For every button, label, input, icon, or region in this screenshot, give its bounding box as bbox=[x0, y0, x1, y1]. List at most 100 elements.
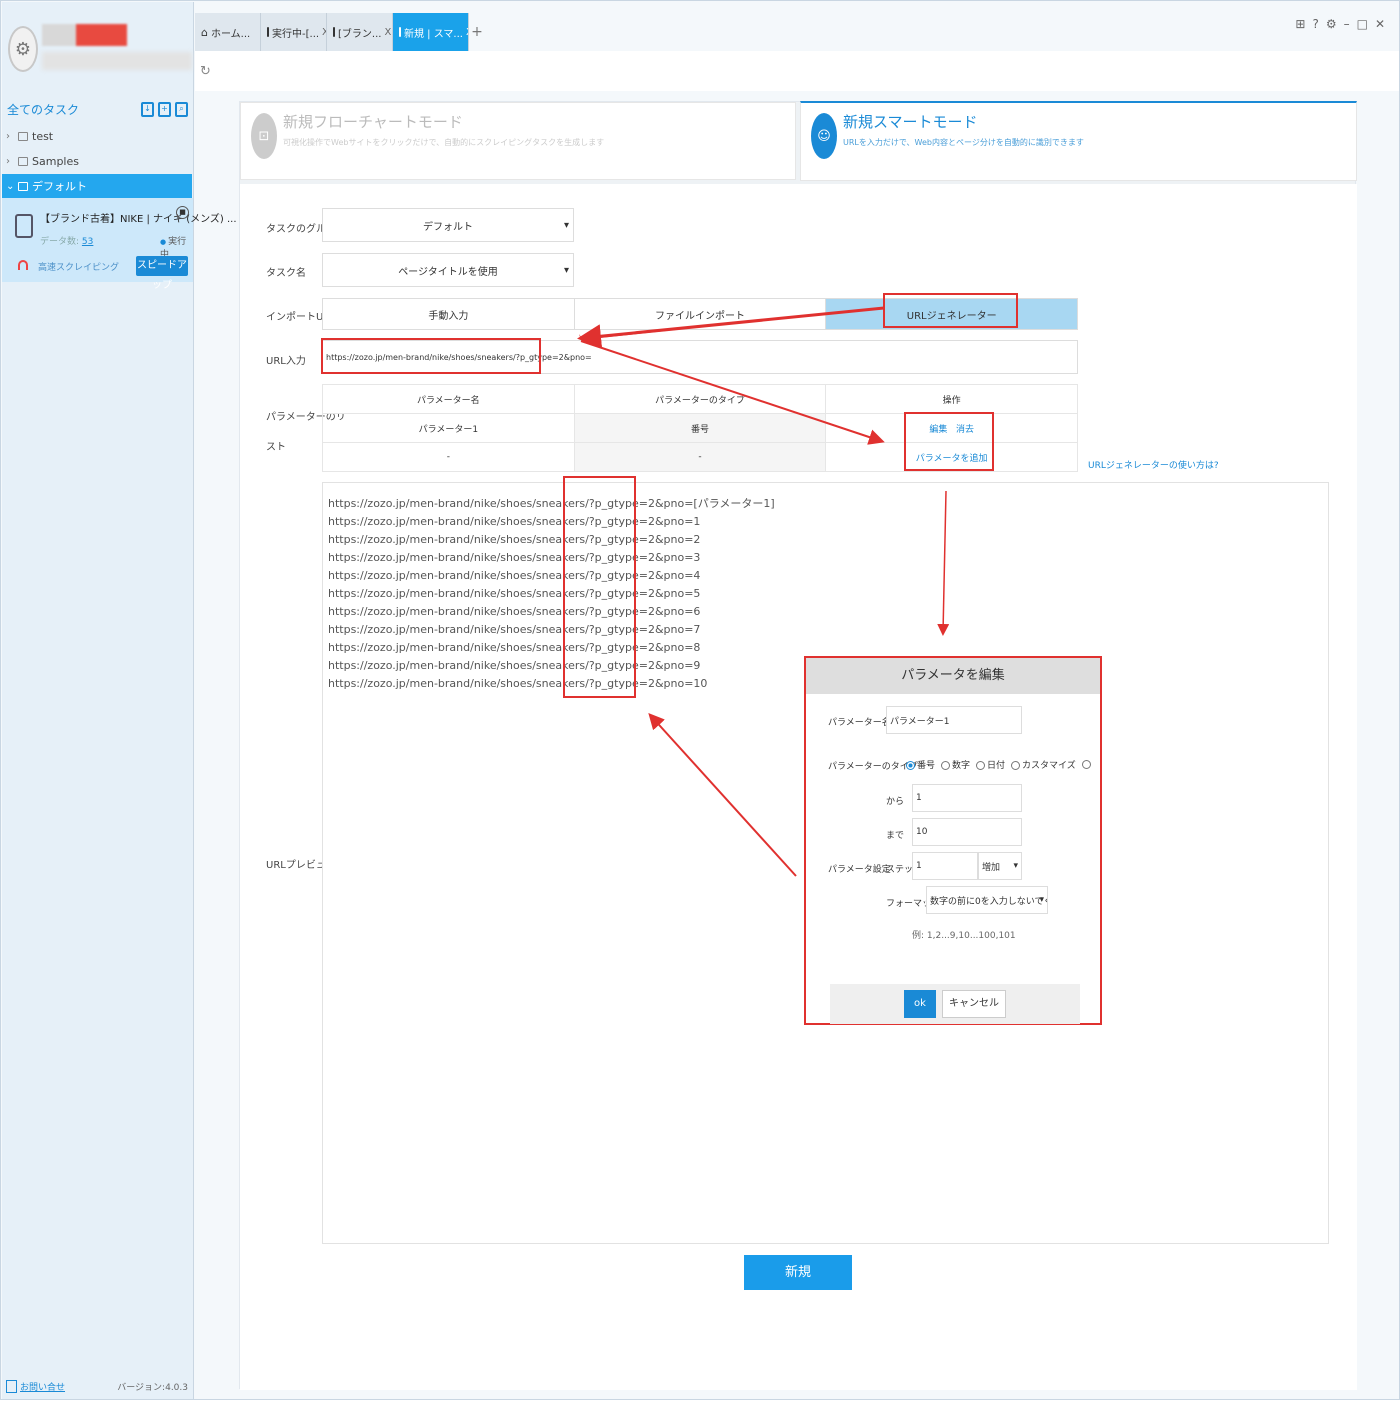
all-tasks-label[interactable]: 全てのタスク bbox=[7, 101, 79, 118]
from-label: から bbox=[886, 797, 905, 807]
table-row: パラメーター1 番号 編集 消去 bbox=[322, 413, 1078, 443]
mail-icon bbox=[6, 1379, 17, 1393]
from-input[interactable]: 1 bbox=[912, 784, 1022, 812]
radio-unchecked-icon bbox=[1011, 761, 1021, 770]
import-mode-segmented: 手動入力 ファイルインポート URLジェネレーター bbox=[322, 298, 1078, 330]
cancel-button[interactable]: キャンセル bbox=[942, 990, 1006, 1018]
file-import-option[interactable]: ファイルインポート bbox=[574, 299, 827, 329]
version-label: バージョン:4.0.3 bbox=[117, 1382, 188, 1393]
task-name-select[interactable]: ページタイトルを使用 bbox=[322, 253, 574, 287]
mode-title: 新規スマートモード bbox=[843, 113, 978, 131]
tab-close-button[interactable]: X bbox=[384, 27, 391, 38]
tree-item-test[interactable]: › test bbox=[2, 124, 192, 148]
column-header: 操作 bbox=[825, 384, 1078, 414]
document-icon bbox=[333, 27, 335, 37]
task-form: タスクのグループ デフォルト タスク名 ページタイトルを使用 インポートURL … bbox=[240, 184, 1357, 1390]
import-icon[interactable]: ↓ bbox=[141, 101, 154, 117]
toolbar-area bbox=[195, 51, 1399, 91]
refresh-icon[interactable]: ↻ bbox=[200, 64, 211, 79]
list-item: https://zozo.jp/men-brand/nike/shoes/sne… bbox=[328, 605, 701, 618]
param-name-label: パラメーター名 bbox=[828, 718, 891, 728]
step-mode-select[interactable]: 増加 bbox=[978, 852, 1022, 880]
task-card[interactable]: 【ブランド古着】NIKE | ナイキ (メンズ) ... ■ データ数: 53 … bbox=[2, 198, 237, 291]
gift-icon[interactable]: ⊞ bbox=[1295, 17, 1305, 31]
main-panel: ⊡ 新規フローチャートモード 可視化操作でWebサイトをクリックだけで、自動的に… bbox=[239, 101, 1357, 1390]
param-name-input[interactable]: パラメーター1 bbox=[886, 706, 1022, 734]
dialog-title: パラメータを編集 bbox=[806, 658, 1100, 694]
step-input[interactable]: 1 bbox=[912, 852, 978, 880]
smart-mode-card[interactable]: ☺ 新規スマートモード URLを入力だけで、Web内容とページ分けを自動的に識別… bbox=[800, 101, 1357, 181]
url-generator-help-link[interactable]: URLジェネレーターの使い方は? bbox=[1088, 458, 1219, 471]
table-row: - - パラメータを追加 bbox=[322, 442, 1078, 472]
radio-date[interactable]: 日付 bbox=[976, 758, 1005, 771]
param-list-label-cont: スト bbox=[266, 442, 286, 453]
add-param-link[interactable]: パラメータを追加 bbox=[916, 454, 988, 464]
data-count-link[interactable]: 53 bbox=[82, 237, 93, 247]
delete-link[interactable]: 消去 bbox=[956, 425, 974, 435]
url-input[interactable]: https://zozo.jp/men-brand/nike/shoes/sne… bbox=[322, 340, 1078, 374]
list-item: https://zozo.jp/men-brand/nike/shoes/sne… bbox=[328, 587, 701, 600]
list-item: https://zozo.jp/men-brand/nike/shoes/sne… bbox=[328, 677, 708, 690]
mode-description: URLを入力だけで、Web内容とページ分けを自動的に識別できます bbox=[843, 138, 1084, 147]
param-table: パラメーター名 パラメーターのタイプ 操作 パラメーター1 番号 編集 消去 -… bbox=[322, 384, 1078, 472]
minimize-icon[interactable]: – bbox=[1344, 17, 1350, 31]
tree-item-label: デフォルト bbox=[32, 180, 87, 193]
radio-number[interactable]: 番号 bbox=[906, 758, 935, 771]
column-header: パラメーターのタイプ bbox=[573, 384, 827, 414]
user-info-blurred bbox=[42, 52, 192, 70]
contact-link[interactable]: お問い合せ bbox=[6, 1379, 65, 1393]
speedup-button[interactable]: スピードアップ bbox=[136, 256, 188, 291]
mode-description: 可視化操作でWebサイトをクリックだけで、自動的にスクレイピングタスクを生成しま… bbox=[283, 138, 605, 147]
tab-home[interactable]: ⌂ ホーム... bbox=[195, 13, 261, 51]
list-item: https://zozo.jp/men-brand/nike/shoes/sne… bbox=[328, 659, 701, 672]
document-icon bbox=[399, 27, 401, 37]
list-item: https://zozo.jp/men-brand/nike/shoes/sne… bbox=[328, 497, 775, 510]
help-icon[interactable]: ? bbox=[1312, 17, 1318, 31]
group-select[interactable]: デフォルト bbox=[322, 208, 574, 242]
chevron-right-icon: › bbox=[6, 130, 10, 142]
radio-custom[interactable]: カスタマイズ bbox=[1011, 758, 1076, 771]
radio-unchecked-icon[interactable] bbox=[1081, 760, 1091, 769]
param-actions-cell: 編集 消去 bbox=[825, 413, 1078, 443]
radio-digit[interactable]: 数字 bbox=[941, 758, 970, 771]
tab-bar: ⌂ ホーム... 実行中-[... X [ブラン... X 新規 | スマ...… bbox=[195, 13, 485, 51]
edit-link[interactable]: 編集 bbox=[929, 425, 947, 435]
sidebar: ⚙ 全てのタスク ↓ + ⌕ › test › Samples ⌄ デフォルト bbox=[2, 2, 237, 1399]
param-type-label: パラメーターのタイプ bbox=[828, 762, 918, 772]
edit-param-dialog: パラメータを編集 パラメーター名 パラメーター1 パラメーターのタイプ 番号 数… bbox=[804, 656, 1102, 1025]
add-task-icon[interactable]: + bbox=[158, 101, 171, 117]
url-preview-list: https://zozo.jp/men-brand/nike/shoes/sne… bbox=[328, 495, 775, 693]
tree-item-samples[interactable]: › Samples bbox=[2, 149, 192, 173]
radio-checked-icon bbox=[906, 761, 915, 770]
param-type-cell: 番号 bbox=[573, 413, 827, 443]
flowchart-mode-card[interactable]: ⊡ 新規フローチャートモード 可視化操作でWebサイトをクリックだけで、自動的に… bbox=[240, 102, 796, 180]
param-type-radio-group: 番号 数字 日付 カスタマイズ bbox=[906, 758, 1093, 771]
maximize-icon[interactable]: □ bbox=[1357, 17, 1368, 31]
robot-icon bbox=[15, 214, 33, 238]
close-icon[interactable]: ✕ bbox=[1375, 17, 1385, 31]
column-header: パラメーター名 bbox=[322, 384, 575, 414]
flowchart-icon: ⊡ bbox=[251, 113, 277, 159]
stop-icon[interactable]: ■ bbox=[176, 206, 189, 219]
ok-button[interactable]: ok bbox=[904, 990, 936, 1018]
url-generator-option[interactable]: URLジェネレーター bbox=[826, 299, 1078, 329]
empty-cell: - bbox=[573, 442, 827, 472]
list-item: https://zozo.jp/men-brand/nike/shoes/sne… bbox=[328, 533, 701, 546]
search-task-icon[interactable]: ⌕ bbox=[175, 101, 188, 117]
list-item: https://zozo.jp/men-brand/nike/shoes/sne… bbox=[328, 641, 701, 654]
tree-item-default[interactable]: ⌄ デフォルト bbox=[2, 174, 192, 198]
tab-brand[interactable]: [ブラン... X bbox=[327, 13, 393, 51]
folder-icon bbox=[18, 181, 28, 191]
document-icon bbox=[267, 27, 269, 37]
tree-item-label: Samples bbox=[32, 154, 79, 168]
gear-icon[interactable]: ⚙ bbox=[1326, 17, 1337, 31]
to-input[interactable]: 10 bbox=[912, 818, 1022, 846]
create-button[interactable]: 新規 bbox=[744, 1255, 852, 1290]
param-setting-label: パラメータ設定 bbox=[828, 865, 891, 875]
window-controls: ⊞ ? ⚙ – □ ✕ bbox=[1295, 17, 1385, 31]
new-tab-button[interactable]: + bbox=[469, 13, 485, 51]
manual-input-option[interactable]: 手動入力 bbox=[323, 299, 575, 329]
format-select[interactable]: 数字の前に0を入力しないでください bbox=[926, 886, 1048, 914]
tab-new-smart[interactable]: 新規 | スマ... X bbox=[393, 13, 469, 51]
tab-running[interactable]: 実行中-[... X bbox=[261, 13, 327, 51]
